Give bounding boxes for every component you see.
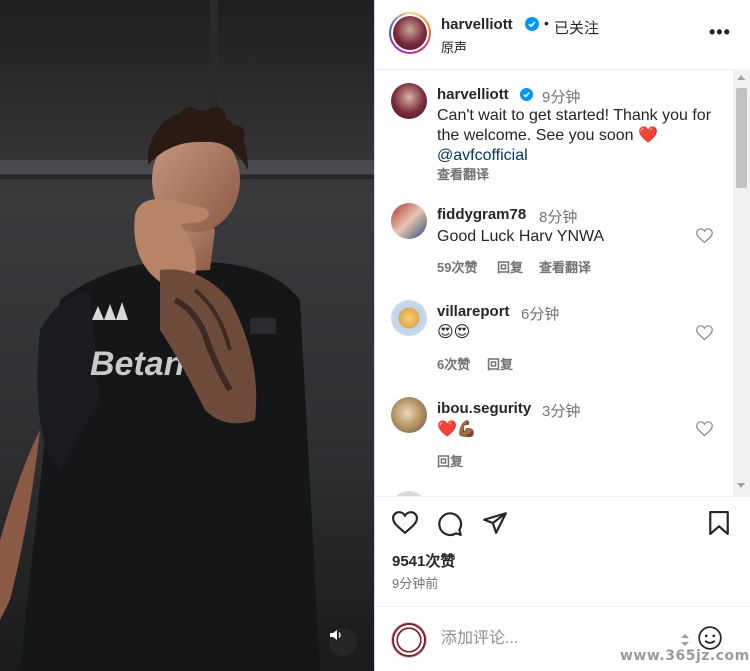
comment-translate-link[interactable]: 查看翻译 [539, 257, 591, 276]
comment-username[interactable]: villareport [437, 303, 510, 320]
post-actions: 9541次赞 9分钟前 [375, 496, 750, 606]
heart-icon[interactable] [696, 325, 713, 341]
post-photo[interactable]: Betan [0, 0, 374, 671]
more-options-icon[interactable]: ••• [709, 22, 731, 43]
comment-reply-button[interactable]: 回复 [487, 354, 513, 373]
comments-scrollbar[interactable] [733, 71, 750, 496]
comment-time: 3分钟 [542, 403, 581, 420]
share-icon[interactable] [482, 511, 508, 535]
caption-avatar[interactable] [391, 83, 427, 119]
caption-mention-link[interactable]: @avfcofficial [437, 147, 528, 164]
comment-likes[interactable]: 6次赞 [437, 354, 470, 373]
viewer-avatar [391, 622, 427, 658]
comments-list[interactable]: harvelliott 9分钟 Can't wait to get starte… [375, 71, 737, 496]
comment-username[interactable]: fiddygram78 [437, 206, 526, 223]
caption-translate-link[interactable]: 查看翻译 [437, 164, 489, 183]
comment-reply-button[interactable]: 回复 [497, 257, 523, 276]
heart-icon[interactable] [696, 228, 713, 244]
audio-label[interactable]: 原声 [441, 37, 467, 56]
verified-badge-icon [520, 88, 533, 101]
caption-username[interactable]: harvelliott [437, 86, 509, 103]
comment-text: ❤️💪🏾 [437, 421, 477, 438]
comment-time: 6分钟 [521, 306, 560, 323]
caption-time: 9分钟 [542, 89, 581, 106]
author-username[interactable]: harvelliott [441, 16, 513, 33]
posted-time: 9分钟前 [392, 576, 439, 591]
caption-body: Can't wait to get started! Thank you for… [437, 107, 712, 144]
post-header: harvelliott • 已关注 原声 ••• [375, 0, 750, 70]
comment-avatar[interactable] [391, 397, 427, 433]
likes-count[interactable]: 9541次赞 [392, 550, 455, 571]
comment-reply-button[interactable]: 回复 [437, 451, 463, 470]
scroll-down-icon[interactable] [737, 483, 745, 488]
site-watermark: www.365jz.com [620, 648, 750, 664]
audio-toggle-button[interactable] [329, 628, 357, 656]
comment-icon[interactable] [437, 511, 463, 537]
comment-time: 8分钟 [539, 209, 578, 226]
comment-username[interactable]: ibou.segurity [437, 400, 531, 417]
like-icon[interactable] [392, 511, 418, 535]
svg-text:Betan: Betan [90, 345, 184, 383]
resize-stepper-icon[interactable] [678, 631, 692, 649]
scroll-up-icon[interactable] [737, 75, 745, 80]
comment-likes[interactable]: 59次赞 [437, 257, 477, 276]
post-side-panel: harvelliott • 已关注 原声 ••• harvelliott 9分钟… [374, 0, 750, 671]
caption-text: Can't wait to get started! Thank you for… [437, 106, 727, 166]
post-photo-illustration: Betan [0, 0, 374, 671]
comment-avatar[interactable] [391, 300, 427, 336]
comment-text: 😍😍 [437, 324, 471, 341]
speaker-icon [330, 630, 341, 640]
separator-dot: • [544, 15, 549, 31]
verified-badge-icon [525, 17, 539, 31]
comment-avatar[interactable] [391, 203, 427, 239]
author-avatar[interactable] [389, 12, 431, 54]
comment-text: Good Luck Harv YNWA [437, 228, 605, 245]
scrollbar-thumb[interactable] [736, 88, 747, 188]
heart-icon[interactable] [696, 421, 713, 437]
bookmark-icon[interactable] [708, 511, 730, 535]
follow-status-button[interactable]: 已关注 [554, 17, 599, 38]
